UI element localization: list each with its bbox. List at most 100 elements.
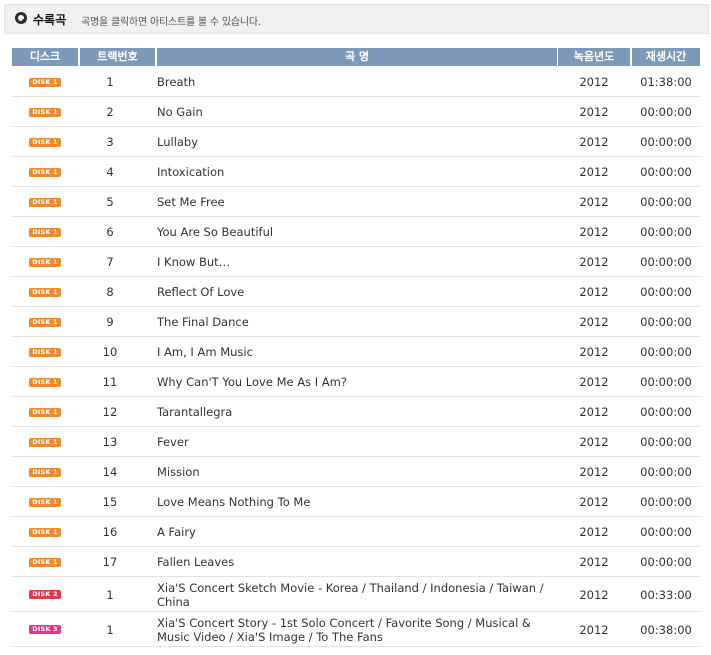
disk-cell: DISK 1 [12, 367, 78, 397]
table-row: DISK 1 6 You Are So Beautiful 2012 00:00:00 [12, 217, 700, 247]
disk-badge: DISK 1 [29, 137, 61, 147]
disk-cell: DISK 1 [12, 127, 78, 157]
track-title-link[interactable]: Reflect Of Love [157, 277, 557, 307]
disk-cell: DISK 1 [12, 157, 78, 187]
disk-cell: DISK 1 [12, 337, 78, 367]
disk-cell: DISK 1 [12, 97, 78, 127]
play-time: 00:00:00 [640, 255, 692, 269]
track-title-link[interactable]: I Know But… [157, 247, 557, 277]
disk-cell: DISK 1 [12, 487, 78, 517]
table-row: DISK 1 14 Mission 2012 00:00:00 [12, 457, 700, 487]
recording-year: 2012 [579, 165, 609, 179]
disk-badge: DISK 1 [29, 107, 61, 117]
track-number: 9 [106, 315, 114, 329]
disk-badge: DISK 1 [29, 437, 61, 447]
recording-year: 2012 [579, 345, 609, 359]
disk-badge: DISK 1 [29, 347, 61, 357]
track-number: 13 [102, 435, 118, 449]
recording-year: 2012 [579, 75, 609, 89]
track-title-link[interactable]: Lullaby [157, 127, 557, 157]
track-title-link[interactable]: Xia'S Concert Sketch Movie - Korea / Tha… [157, 577, 557, 612]
track-title-link[interactable]: A Fairy [157, 517, 557, 547]
disk-cell: DISK 1 [12, 427, 78, 457]
track-title-link[interactable]: Mission [157, 457, 557, 487]
track-title-link[interactable]: I Am, I Am Music [157, 337, 557, 367]
play-time: 00:00:00 [640, 465, 692, 479]
track-title-link[interactable]: Xia'S Concert Story - 1st Solo Concert /… [157, 612, 557, 647]
recording-year: 2012 [579, 587, 609, 602]
recording-year: 2012 [579, 495, 609, 509]
play-time: 00:00:00 [640, 405, 692, 419]
table-row: DISK 1 7 I Know But… 2012 00:00:00 [12, 247, 700, 277]
track-number: 1 [106, 622, 114, 637]
table-row: DISK 1 16 A Fairy 2012 00:00:00 [12, 517, 700, 547]
recording-year: 2012 [579, 285, 609, 299]
section-subtitle: 곡명을 클릭하면 아티스트를 볼 수 있습니다. [81, 17, 261, 28]
track-title-link[interactable]: You Are So Beautiful [157, 217, 557, 247]
disk-badge: DISK 1 [29, 467, 61, 477]
disk-badge: DISK 1 [29, 167, 61, 177]
disk-badge: DISK 1 [29, 287, 61, 297]
track-number: 10 [102, 345, 118, 359]
track-title-link[interactable]: Fever [157, 427, 557, 457]
track-number: 8 [106, 285, 114, 299]
disk-cell: DISK 1 [12, 307, 78, 337]
track-title-link[interactable]: Intoxication [157, 157, 557, 187]
section-title: 수록곡 [33, 13, 67, 27]
disk-badge: DISK 1 [29, 407, 61, 417]
play-time: 00:00:00 [640, 225, 692, 239]
recording-year: 2012 [579, 135, 609, 149]
track-title-link[interactable]: Fallen Leaves [157, 547, 557, 577]
disk-cell: DISK 1 [12, 547, 78, 577]
table-row: DISK 1 12 Tarantallegra 2012 00:00:00 [12, 397, 700, 427]
table-header: 디스크 트랙번호 곡 명 녹음년도 재생시간 [12, 48, 700, 66]
play-time: 00:00:00 [640, 135, 692, 149]
play-time: 00:00:00 [640, 345, 692, 359]
track-title-link[interactable]: No Gain [157, 97, 557, 127]
table-row: DISK 1 13 Fever 2012 00:00:00 [12, 427, 700, 457]
play-time: 00:00:00 [640, 105, 692, 119]
play-time: 00:00:00 [640, 555, 692, 569]
disk-badge: DISK 1 [29, 557, 61, 567]
track-number: 1 [106, 75, 114, 89]
table-row: DISK 1 2 No Gain 2012 00:00:00 [12, 97, 700, 127]
track-number: 15 [102, 495, 118, 509]
play-time: 01:38:00 [640, 75, 692, 89]
play-time: 00:38:00 [640, 622, 692, 637]
disk-badge: DISK 1 [29, 257, 61, 267]
recording-year: 2012 [579, 525, 609, 539]
play-time: 00:00:00 [640, 285, 692, 299]
track-number: 14 [102, 465, 118, 479]
track-title-link[interactable]: Set Me Free [157, 187, 557, 217]
disk-cell: DISK 1 [12, 517, 78, 547]
recording-year: 2012 [579, 555, 609, 569]
track-title-link[interactable]: Tarantallegra [157, 397, 557, 427]
column-header-year: 녹음년도 [558, 48, 630, 66]
track-number: 16 [102, 525, 118, 539]
track-title-link[interactable]: Why Can'T You Love Me As I Am? [157, 367, 557, 397]
play-time: 00:00:00 [640, 165, 692, 179]
recording-year: 2012 [579, 435, 609, 449]
track-title-link[interactable]: The Final Dance [157, 307, 557, 337]
table-row: DISK 3 1 Xia'S Concert Story - 1st Solo Co… [12, 612, 700, 647]
table-row: DISK 1 1 Breath 2012 01:38:00 [12, 67, 700, 97]
disk-cell: DISK 3 [12, 612, 78, 647]
disk-cell: DISK 1 [12, 457, 78, 487]
disk-badge: DISK 1 [29, 317, 61, 327]
table-row: DISK 1 8 Reflect Of Love 2012 00:00:00 [12, 277, 700, 307]
disk-badge: DISK 1 [29, 377, 61, 387]
track-number: 5 [106, 195, 114, 209]
column-header-track: 트랙번호 [80, 48, 155, 66]
table-row: DISK 1 15 Love Means Nothing To Me 2012 00:0… [12, 487, 700, 517]
recording-year: 2012 [579, 375, 609, 389]
disk-cell: DISK 2 [12, 577, 78, 612]
table-row: DISK 1 10 I Am, I Am Music 2012 00:00:00 [12, 337, 700, 367]
recording-year: 2012 [579, 622, 609, 637]
column-header-disk: 디스크 [12, 48, 78, 66]
track-title-link[interactable]: Love Means Nothing To Me [157, 487, 557, 517]
table-row: DISK 1 11 Why Can'T You Love Me As I Am? 20… [12, 367, 700, 397]
table-row: DISK 1 3 Lullaby 2012 00:00:00 [12, 127, 700, 157]
track-title-link[interactable]: Breath [157, 67, 557, 97]
disk-cell: DISK 1 [12, 277, 78, 307]
table-row: DISK 2 1 Xia'S Concert Sketch Movie - Kore… [12, 577, 700, 612]
